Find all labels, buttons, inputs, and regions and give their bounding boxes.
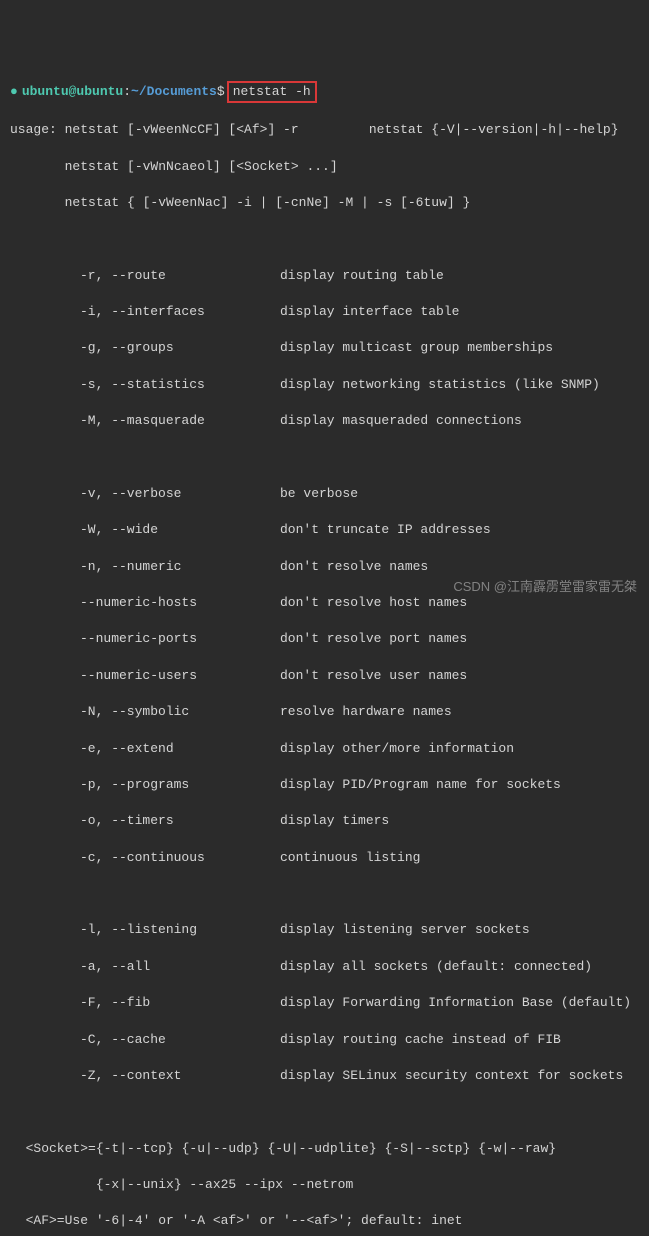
option-line: -c, --continuouscontinuous listing	[10, 849, 639, 867]
option-line: -p, --programsdisplay PID/Program name f…	[10, 776, 639, 794]
blank-line	[10, 1103, 639, 1121]
blank-line	[10, 449, 639, 467]
option-line: -W, --widedon't truncate IP addresses	[10, 521, 639, 539]
prompt-colon: :	[123, 83, 131, 101]
option-line: --numeric-portsdon't resolve port names	[10, 630, 639, 648]
prompt-dot-icon: ●	[10, 83, 18, 101]
footer-line: <AF>=Use '-6|-4' or '-A <af>' or '--<af>…	[10, 1212, 639, 1230]
option-line: -i, --interfacesdisplay interface table	[10, 303, 639, 321]
option-line: -Z, --contextdisplay SELinux security co…	[10, 1067, 639, 1085]
prompt-dollar: $	[217, 83, 225, 101]
option-line: -o, --timersdisplay timers	[10, 812, 639, 830]
option-line: -e, --extenddisplay other/more informati…	[10, 740, 639, 758]
usage-line: usage: netstat [-vWeenNcCF] [<Af>] -r ne…	[10, 121, 639, 139]
option-line: --numeric-hostsdon't resolve host names	[10, 594, 639, 612]
option-line: -v, --verbosebe verbose	[10, 485, 639, 503]
option-line: -r, --routedisplay routing table	[10, 267, 639, 285]
usage-line: netstat [-vWnNcaeol] [<Socket> ...]	[10, 158, 639, 176]
option-line: -l, --listeningdisplay listening server …	[10, 921, 639, 939]
option-line: -M, --masqueradedisplay masqueraded conn…	[10, 412, 639, 430]
option-line: -N, --symbolicresolve hardware names	[10, 703, 639, 721]
option-line: -g, --groupsdisplay multicast group memb…	[10, 339, 639, 357]
footer-line: {-x|--unix} --ax25 --ipx --netrom	[10, 1176, 639, 1194]
prompt-user-host: ubuntu@ubuntu	[22, 83, 123, 101]
highlighted-command-box: netstat -h	[227, 81, 317, 103]
command-text: netstat -h	[233, 84, 311, 99]
footer-line: <Socket>={-t|--tcp} {-u|--udp} {-U|--udp…	[10, 1140, 639, 1158]
prompt-path: ~/Documents	[131, 83, 217, 101]
option-line: -n, --numericdon't resolve names	[10, 558, 639, 576]
option-line: -s, --statisticsdisplay networking stati…	[10, 376, 639, 394]
watermark-text: CSDN @江南霹雳堂雷家雷无桀	[453, 578, 637, 596]
option-line: -a, --alldisplay all sockets (default: c…	[10, 958, 639, 976]
blank-line	[10, 230, 639, 248]
blank-line	[10, 885, 639, 903]
option-line: -F, --fibdisplay Forwarding Information …	[10, 994, 639, 1012]
option-line: -C, --cachedisplay routing cache instead…	[10, 1031, 639, 1049]
option-line: --numeric-usersdon't resolve user names	[10, 667, 639, 685]
usage-line: netstat { [-vWeenNac] -i | [-cnNe] -M | …	[10, 194, 639, 212]
prompt-line[interactable]: ●ubuntu@ubuntu:~/Documents$ netstat -h	[10, 81, 639, 103]
